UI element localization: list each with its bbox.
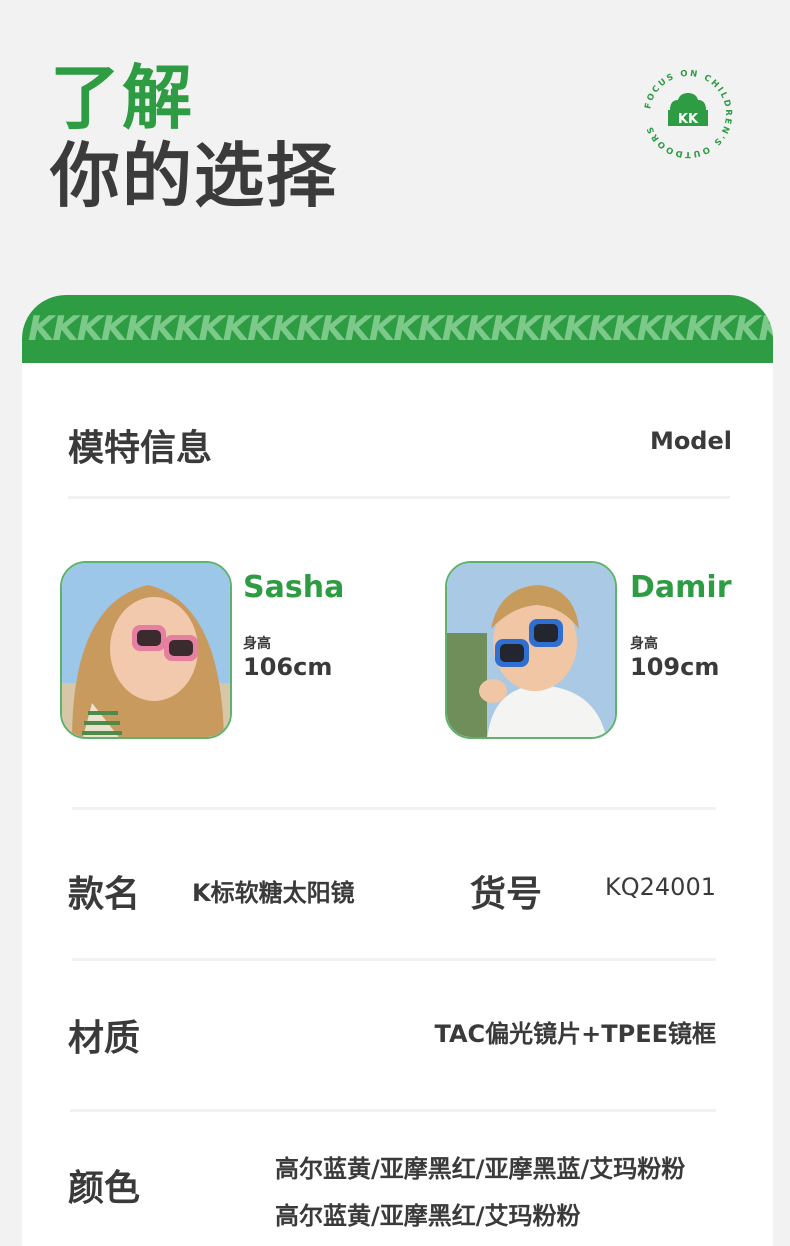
material-value: TAC偏光镜片+TPEE镜框 — [434, 1020, 716, 1048]
hero-title-line1: 了解 — [50, 57, 194, 139]
model-photo-damir — [445, 561, 617, 739]
brand-logo-text: KK — [678, 112, 699, 127]
product-name-value: K标软糖太阳镜 — [192, 879, 355, 907]
model-height-value: 109cm — [630, 653, 720, 681]
color-options-line2: 高尔蓝黄/亚摩黑红/艾玛粉粉 — [275, 1202, 581, 1230]
divider — [70, 1109, 716, 1112]
sku-value: KQ24001 — [605, 873, 716, 901]
model-section-title-en: Model — [649, 427, 732, 455]
model-section-title: 模特信息 — [68, 428, 213, 469]
model-height-label: 身高 — [243, 636, 271, 652]
model-name: Sasha — [243, 570, 345, 605]
color-label: 颜色 — [68, 1168, 141, 1209]
color-options-line1: 高尔蓝黄/亚摩黑红/亚摩黑蓝/艾玛粉粉 — [275, 1155, 686, 1183]
divider — [72, 807, 716, 810]
hero-title-line2: 你的选择 — [50, 135, 338, 217]
sku-label: 货号 — [470, 874, 543, 915]
product-name-label: 款名 — [68, 874, 141, 915]
divider — [68, 496, 730, 499]
model-photo-sasha — [60, 561, 232, 739]
model-height-label: 身高 — [630, 636, 658, 652]
brand-badge: FOCUS ON CHILDREN'S OUTDOORS KK — [640, 66, 736, 162]
divider — [72, 958, 716, 961]
model-name: Damir — [630, 570, 732, 605]
model-height-value: 106cm — [243, 653, 333, 681]
hero-title: 了解 你的选择 — [50, 58, 338, 214]
card-pattern-band: KKKKKKKKKKKKKKKKKKKKKKKKKKKKKKKKKKKKKKKK… — [22, 295, 773, 363]
material-label: 材质 — [68, 1018, 141, 1059]
cloud-icon — [670, 93, 706, 110]
info-card: KKKKKKKKKKKKKKKKKKKKKKKKKKKKKKKKKKKKKKKK… — [22, 295, 773, 1246]
band-pattern-text: KKKKKKKKKKKKKKKKKKKKKKKKKKKKKKKKKKKKKKKK… — [28, 309, 773, 349]
